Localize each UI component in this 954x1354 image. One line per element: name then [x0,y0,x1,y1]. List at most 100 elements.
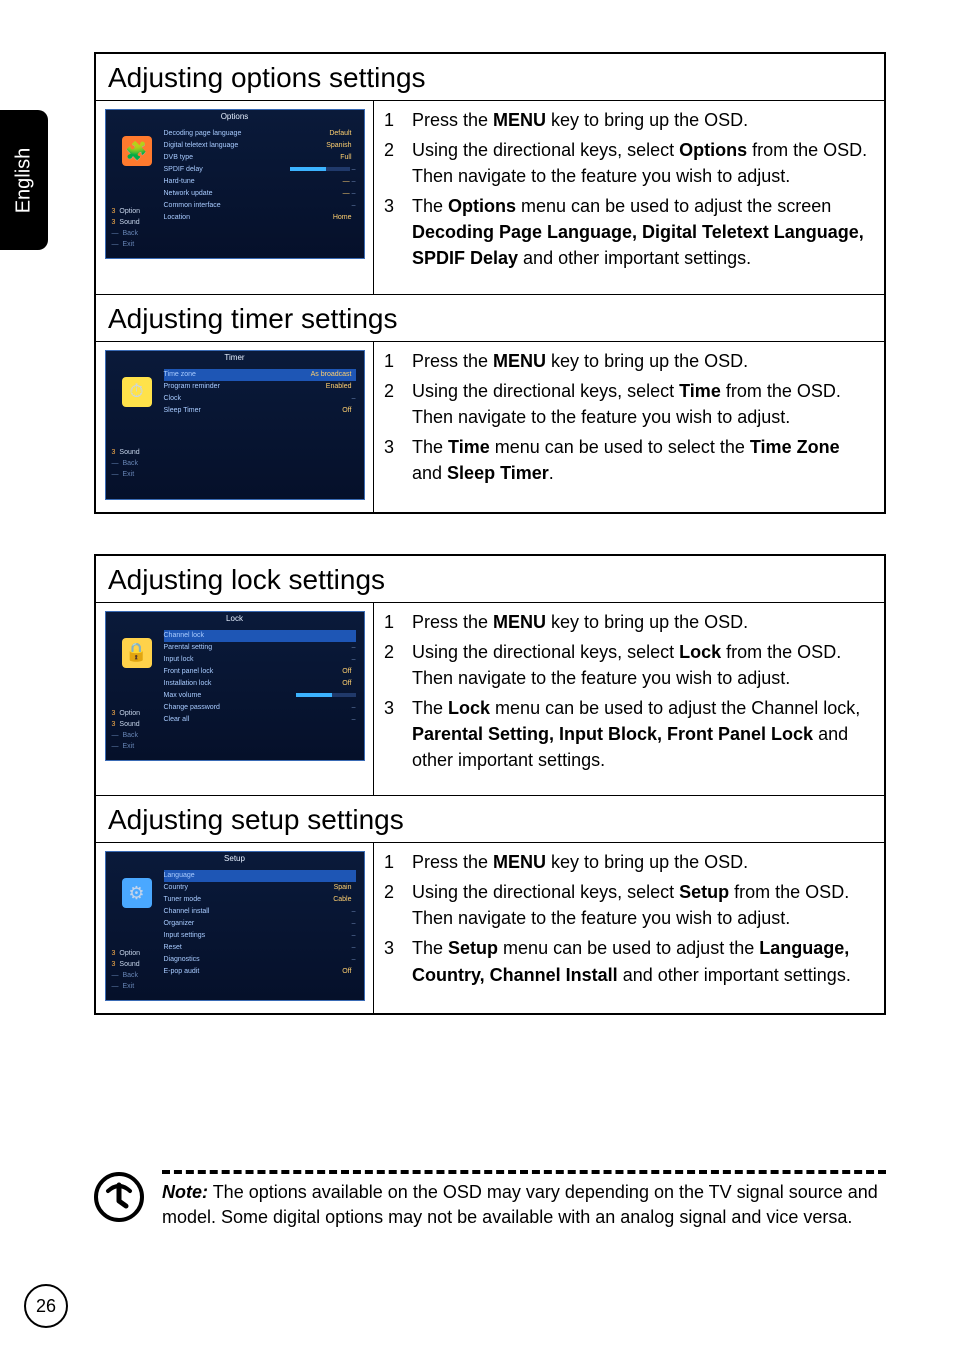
language-tab-label: English [13,147,36,213]
osd-row: Parental setting – [164,642,356,654]
osd-row-value: As broadcast [311,371,352,378]
osd-row-value: Spanish [326,142,351,149]
step-text: Press the MENU key to bring up the OSD. [412,107,872,133]
step-bold: MENU [493,612,546,632]
osd-row-value: Cable [333,896,351,903]
step-text: Using the directional keys, select Setup… [412,879,872,931]
step: 2Using the directional keys, select Opti… [384,137,872,189]
osd-row-value: Off [342,407,351,414]
step-bold: Decoding Page Language, Digital Teletext… [412,222,864,268]
osd-row-value: Spain [334,884,352,891]
dash-icon: – [352,920,356,927]
osd-row-label: Common interface [164,201,221,211]
step: 1Press the MENU key to bring up the OSD. [384,348,872,374]
steps-list: 1Press the MENU key to bring up the OSD.… [374,603,884,796]
osd-left-menu-item: —Exit [112,239,141,250]
osd-row-value: Enabled [326,383,352,390]
osd-row-label: Channel install [164,907,210,917]
osd-row-value: Off [342,968,351,975]
osd-row-value: — [343,178,350,185]
section-body: Setup⚙LanguageCountrySpainTuner modeCabl… [96,842,884,1013]
section-body: Lock🔒Channel lockParental setting –Input… [96,602,884,796]
osd-row: DVB typeFull [164,152,356,164]
osd-row-label: Max volume [164,691,202,701]
dash-icon: – [352,704,356,711]
osd-row-value: — [343,190,350,197]
osd-title: Timer [106,351,364,362]
osd-left-menu: 3Option3Sound—Back—Exit [112,708,141,752]
step-number: 1 [384,849,398,875]
settings-box: Adjusting options settingsOptions🧩Decodi… [94,52,886,514]
section-body: Timer⏱Time zoneAs broadcastProgram remin… [96,341,884,512]
step-bold: Lock [448,698,490,718]
osd-row: Input settings – [164,930,356,942]
osd-category-icon: ⚙ [122,878,152,908]
section-title: Adjusting setup settings [96,795,884,842]
osd-row: Time zone As broadcast [164,369,356,381]
osd-row-label: Tuner mode [164,895,201,905]
step: 1 Press the MENU key to bring up the OSD. [384,849,872,875]
section-title: Adjusting timer settings [96,294,884,341]
note-body: The options available on the OSD may var… [162,1182,878,1227]
osd-row: Reset – [164,942,356,954]
note-text: Note: The options available on the OSD m… [162,1180,886,1230]
osd-row-label: Network update [164,189,213,199]
osd-left-menu-item: —Back [112,730,141,741]
step-bold: Options [448,196,516,216]
step-bold: Sleep Timer [447,463,549,483]
osd-title: Options [106,110,364,121]
dash-icon: – [350,178,356,185]
osd-row: E-pop auditOff [164,966,356,978]
osd-row-value: Default [329,130,351,137]
step-text: The Time menu can be used to select the … [412,434,872,486]
osd-thumbnail: Options🧩Decoding page languageDefaultDig… [96,101,374,294]
osd-left-menu-item: 3Option [112,708,141,719]
note-heading: Note: [162,1182,208,1202]
step-number: 3 [384,193,398,271]
osd-row-label: Time zone [164,370,196,380]
osd-row-label: Sleep Timer [164,406,201,416]
dash-icon: – [350,190,356,197]
osd-row-value: Home [333,214,352,221]
step: 2Using the directional keys, select Time… [384,378,872,430]
osd-row: Input lock – [164,654,356,666]
page-content: Adjusting options settingsOptions🧩Decodi… [94,52,886,1055]
step-bold: Parental Setting, Input Block, Front Pan… [412,724,813,744]
osd-row-label: Decoding page language [164,129,242,139]
osd-row-value: Off [342,680,351,687]
step: 3The Time menu can be used to select the… [384,434,872,486]
osd-title: Setup [106,852,364,863]
section-title: Adjusting options settings [96,54,884,100]
osd-row-label: Organizer [164,919,195,929]
step-text: Using the directional keys, select Optio… [412,137,872,189]
osd-left-menu-item: 3Sound [112,719,141,730]
step-bold: MENU [493,110,546,130]
step-bold: MENU [493,852,546,872]
steps-list: 1Press the MENU key to bring up the OSD.… [374,101,884,294]
steps-list: 1 Press the MENU key to bring up the OSD.… [374,843,884,1013]
osd-thumbnail: Timer⏱Time zoneAs broadcastProgram remin… [96,342,374,512]
osd-row: Network update — – [164,188,356,200]
osd-row-label: Reset [164,943,182,953]
step-bold: Time Zone [750,437,840,457]
step-text: The Setup menu can be used to adjust the… [412,935,872,987]
step-bold: Setup [679,882,729,902]
osd-left-menu-item: 3Sound [112,959,141,970]
step-text: Press the MENU key to bring up the OSD. [412,849,872,875]
step: 1Press the MENU key to bring up the OSD. [384,107,872,133]
osd-category-icon: ⏱ [122,377,152,407]
osd-row-bar [296,693,356,697]
osd-row-label: Country [164,883,189,893]
osd-left-menu: 3Sound—Back—Exit [112,447,140,480]
step-number: 3 [384,935,398,987]
osd-row: Sleep Timer Off [164,405,356,417]
osd-row: Channel install – [164,906,356,918]
note-divider [162,1170,886,1174]
osd-row-label: Diagnostics [164,955,200,965]
step: 2Using the directional keys, select Lock… [384,639,872,691]
step-number: 2 [384,639,398,691]
osd-row-label: Installation lock [164,679,212,689]
step-number: 2 [384,879,398,931]
step: 3The Lock menu can be used to adjust the… [384,695,872,773]
dash-icon: – [352,932,356,939]
